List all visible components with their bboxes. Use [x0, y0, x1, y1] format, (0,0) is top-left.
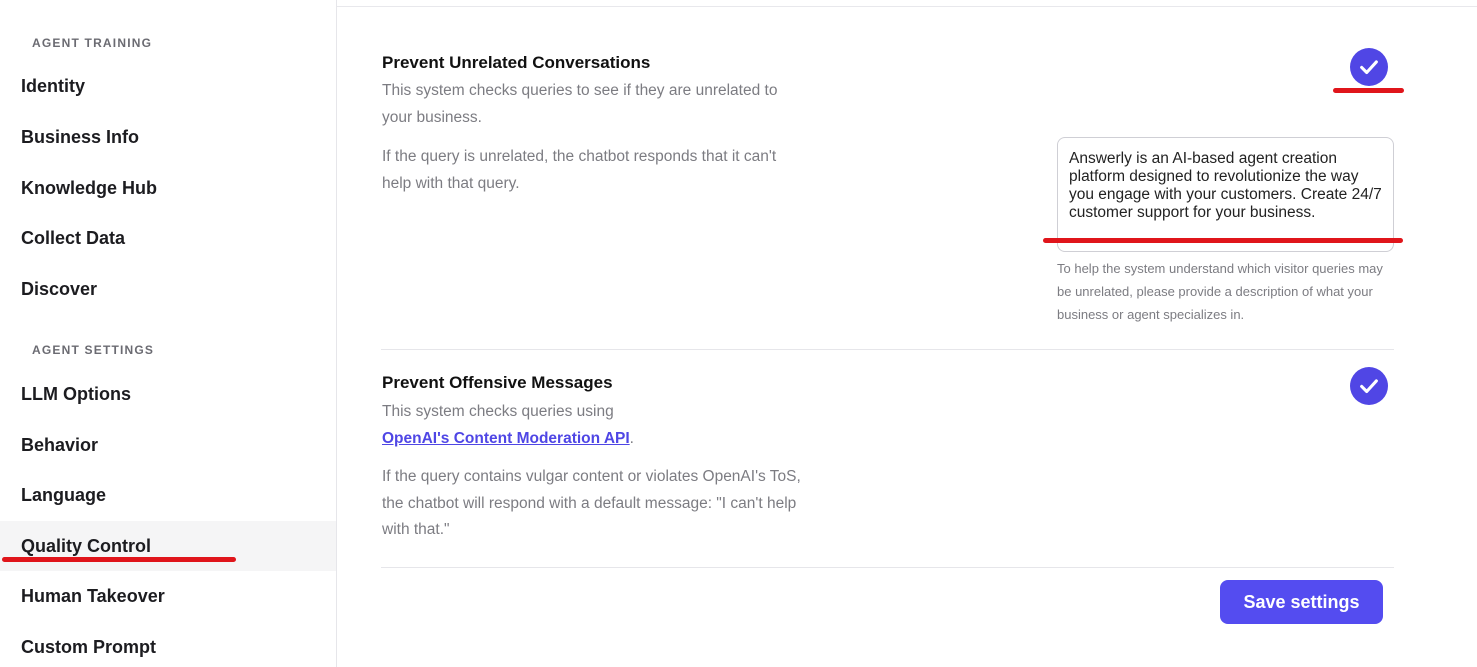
annotation-underline-textarea: [1043, 238, 1403, 243]
sidebar-item-identity[interactable]: Identity: [0, 61, 336, 111]
sidebar-item-language[interactable]: Language: [0, 470, 336, 520]
setting-title-offensive: Prevent Offensive Messages: [382, 373, 613, 392]
sidebar-item-collect-data[interactable]: Collect Data: [0, 213, 336, 263]
save-settings-button[interactable]: Save settings: [1220, 580, 1383, 624]
sidebar-item-knowledge-hub[interactable]: Knowledge Hub: [0, 163, 336, 213]
sidebar-item-discover[interactable]: Discover: [0, 264, 336, 314]
setting-desc-offensive-prefix: This system checks queries using: [382, 403, 614, 420]
app-root: AGENT TRAINING Identity Business Info Kn…: [0, 0, 1477, 667]
setting-desc-offensive-suffix: .: [629, 429, 634, 447]
sidebar-item-quality-control[interactable]: Quality Control: [0, 521, 336, 571]
section-divider-2: [381, 567, 1394, 568]
annotation-underline-checkbox: [1333, 88, 1404, 93]
sidebar-item-business-info[interactable]: Business Info: [0, 112, 336, 162]
unrelated-toggle-checkbox[interactable]: [1350, 48, 1388, 86]
sidebar-item-custom-prompt[interactable]: Custom Prompt: [0, 622, 336, 667]
check-icon: [1360, 60, 1378, 75]
section-heading-agent-settings: AGENT SETTINGS: [32, 343, 155, 357]
setting-desc-offensive-1: This system checks queries using OpenAI'…: [382, 399, 802, 452]
section-divider-1: [381, 349, 1394, 350]
business-description-textarea[interactable]: Answerly is an AI-based agent creation p…: [1057, 137, 1394, 252]
section-heading-agent-training: AGENT TRAINING: [32, 36, 153, 50]
offensive-toggle-checkbox[interactable]: [1350, 367, 1388, 405]
setting-title-unrelated: Prevent Unrelated Conversations: [382, 53, 651, 72]
openai-moderation-link[interactable]: OpenAI's Content Moderation API: [382, 430, 630, 447]
sidebar: AGENT TRAINING Identity Business Info Kn…: [0, 0, 337, 667]
sidebar-item-human-takeover[interactable]: Human Takeover: [0, 571, 336, 621]
sidebar-item-behavior[interactable]: Behavior: [0, 420, 336, 470]
setting-desc-unrelated-2: If the query is unrelated, the chatbot r…: [382, 148, 777, 192]
annotation-underline-quality-control: [2, 557, 236, 562]
header-divider: [337, 6, 1477, 7]
business-description-help: To help the system understand which visi…: [1057, 261, 1383, 322]
setting-desc-offensive-2: If the query contains vulgar content or …: [382, 468, 801, 538]
sidebar-item-llm-options[interactable]: LLM Options: [0, 369, 336, 419]
check-icon: [1360, 379, 1378, 394]
setting-desc-unrelated-1: This system checks queries to see if the…: [382, 82, 778, 126]
